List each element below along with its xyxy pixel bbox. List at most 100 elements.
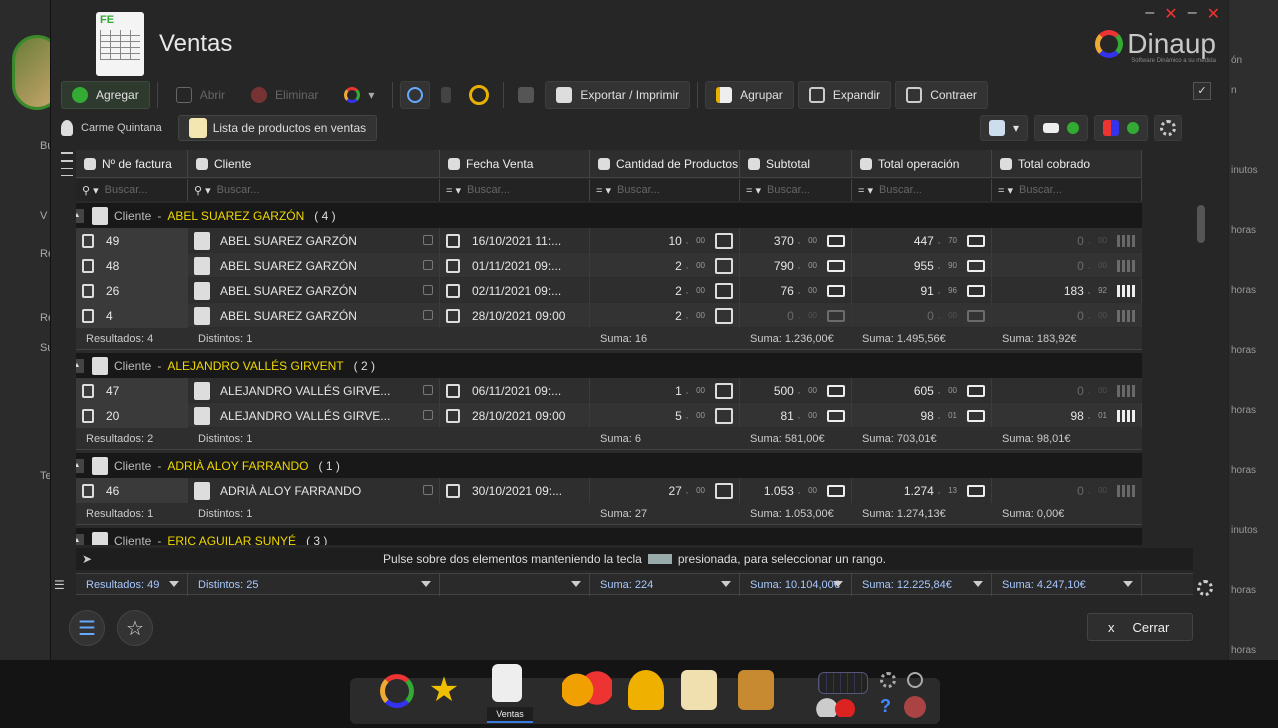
add-view-button[interactable] (1094, 115, 1148, 141)
invoice-number-cell[interactable]: 20 (76, 403, 188, 428)
column-header[interactable]: Cliente (188, 150, 440, 178)
footer-total-cell[interactable] (440, 574, 590, 596)
quantity-cell[interactable]: 1, 00 (590, 378, 740, 403)
total-cell[interactable]: 1.274, 13 (852, 478, 992, 503)
footer-total-cell[interactable]: Suma: 12.225,84€ (852, 574, 992, 596)
footer-total-cell[interactable]: Resultados: 49 (76, 574, 188, 596)
group-row[interactable]: ▲ Cliente - ADRIÀ ALOY FARRANDO ( 1 ) (76, 453, 1142, 478)
subtotal-cell[interactable]: 790, 00 (740, 253, 852, 278)
column-filter[interactable]: = ▾ Buscar... (590, 179, 740, 201)
collapse-arrow-icon[interactable]: ▲ (76, 358, 84, 373)
column-chooser-icon[interactable] (61, 152, 73, 162)
paid-cell[interactable]: 0, 00 (992, 478, 1142, 503)
client-cell[interactable]: ABEL SUAREZ GARZÓN (188, 278, 440, 303)
add-tag-button[interactable] (1034, 115, 1088, 141)
column-header[interactable]: Total cobrado (992, 150, 1142, 178)
subtotal-cell[interactable]: 76, 00 (740, 278, 852, 303)
client-cell[interactable]: ABEL SUAREZ GARZÓN (188, 228, 440, 253)
client-cell[interactable]: ABEL SUAREZ GARZÓN (188, 253, 440, 278)
column-header[interactable]: Subtotal (740, 150, 852, 178)
column-header[interactable]: Fecha Venta (440, 150, 590, 178)
invoice-number-cell[interactable]: 46 (76, 478, 188, 503)
invoice-number-cell[interactable]: 47 (76, 378, 188, 403)
filter-input[interactable]: Buscar... (617, 184, 660, 196)
quantity-cell[interactable]: 2, 00 (590, 303, 740, 328)
table-row[interactable]: 47 ALEJANDRO VALLÉS GIRVE... 06/11/2021 … (76, 378, 1142, 403)
client-cell[interactable]: ALEJANDRO VALLÉS GIRVE... (188, 378, 440, 403)
layout-dropdown[interactable]: ▾ (979, 115, 1028, 141)
collapse-arrow-icon[interactable]: ▲ (76, 208, 84, 223)
filter-input[interactable]: Buscar... (767, 184, 810, 196)
dock-note-icon[interactable] (681, 670, 717, 710)
minimize-icon-2[interactable]: – (1188, 4, 1197, 24)
column-header[interactable]: Nº de factura (76, 150, 188, 178)
dock-help-icon[interactable]: ? (880, 696, 896, 716)
add-button[interactable]: Agregar (61, 81, 150, 109)
dock-pin-icon[interactable] (904, 696, 926, 718)
search-button[interactable] (400, 81, 431, 109)
quantity-cell[interactable]: 2, 00 (590, 278, 740, 303)
filter-input[interactable]: Buscar... (217, 184, 260, 196)
dock-ventas-icon[interactable] (492, 664, 522, 702)
column-filter[interactable]: = ▾ Buscar... (740, 179, 852, 201)
column-filter[interactable]: ⚲ ▾ Buscar... (76, 179, 188, 201)
column-filter[interactable]: = ▾ Buscar... (440, 179, 590, 201)
minimize-icon[interactable]: – (1145, 4, 1154, 24)
filter-toggle-icon[interactable] (61, 168, 73, 176)
open-link-icon[interactable] (423, 310, 433, 320)
vertical-scrollbar[interactable] (1197, 205, 1205, 243)
refresh-button[interactable] (462, 81, 496, 109)
dock-star-icon[interactable]: ★ (426, 670, 462, 710)
list-menu-button[interactable]: ☰ (69, 610, 105, 646)
paid-cell[interactable]: 0, 00 (992, 253, 1142, 278)
open-link-icon[interactable] (423, 260, 433, 270)
subtotal-cell[interactable]: 0, 00 (740, 303, 852, 328)
invoice-number-cell[interactable]: 49 (76, 228, 188, 253)
expand-button[interactable]: Expandir (797, 81, 892, 109)
export-print-button[interactable]: Exportar / Imprimir (545, 81, 691, 109)
sale-date-cell[interactable]: 06/11/2021 09:... (440, 378, 590, 403)
open-button[interactable]: Abrir (165, 81, 236, 109)
paid-cell[interactable]: 98, 01 (992, 403, 1142, 428)
subtotal-cell[interactable]: 1.053, 00 (740, 478, 852, 503)
total-cell[interactable]: 98, 01 (852, 403, 992, 428)
copy-button[interactable] (511, 81, 541, 109)
gear-icon[interactable] (1197, 580, 1213, 596)
checkbox[interactable]: ✓ (1193, 82, 1211, 100)
subtotal-cell[interactable]: 81, 00 (740, 403, 852, 428)
subtotal-cell[interactable]: 500, 00 (740, 378, 852, 403)
menu-icon[interactable]: ☰ (54, 578, 65, 592)
total-cell[interactable]: 605, 00 (852, 378, 992, 403)
footer-total-cell[interactable]: Suma: 10.104,00€ (740, 574, 852, 596)
group-row[interactable]: ▲ Cliente - ERIC AGUILAR SUNYÉ ( 3 ) (76, 528, 1142, 545)
open-link-icon[interactable] (423, 385, 433, 395)
group-row[interactable]: ▲ Cliente - ABEL SUAREZ GARZÓN ( 4 ) (76, 203, 1142, 228)
column-header[interactable]: Cantidad de Productos (590, 150, 740, 178)
dock-settings-icon[interactable] (880, 672, 896, 688)
delete-button[interactable]: Eliminar (240, 81, 329, 109)
filter-input[interactable]: Buscar... (467, 184, 510, 196)
client-cell[interactable]: ABEL SUAREZ GARZÓN (188, 303, 440, 328)
table-row[interactable]: 26 ABEL SUAREZ GARZÓN 02/11/2021 09:... … (76, 278, 1142, 303)
group-button[interactable]: Agrupar (705, 81, 794, 109)
invoice-number-cell[interactable]: 4 (76, 303, 188, 328)
column-filter[interactable]: = ▾ Buscar... (992, 179, 1142, 201)
dock-wallet-icon[interactable] (738, 670, 774, 710)
quantity-cell[interactable]: 27, 00 (590, 478, 740, 503)
footer-total-cell[interactable]: Suma: 224 (590, 574, 740, 596)
filter-input[interactable]: Buscar... (1019, 184, 1062, 196)
favorite-button[interactable]: ☆ (117, 610, 153, 646)
filter-input[interactable]: Buscar... (879, 184, 922, 196)
color-dropdown[interactable]: ▾ (333, 81, 385, 109)
total-cell[interactable]: 0, 00 (852, 303, 992, 328)
dock-clock-icon[interactable] (907, 672, 923, 688)
footer-total-cell[interactable]: Suma: 4.247,10€ (992, 574, 1142, 596)
settings-button[interactable] (1154, 115, 1182, 141)
total-cell[interactable]: 91, 96 (852, 278, 992, 303)
sale-date-cell[interactable]: 01/11/2021 09:... (440, 253, 590, 278)
subtotal-cell[interactable]: 370, 00 (740, 228, 852, 253)
client-cell[interactable]: ALEJANDRO VALLÉS GIRVE... (188, 403, 440, 428)
paid-cell[interactable]: 183, 92 (992, 278, 1142, 303)
group-row[interactable]: ▲ Cliente - ALEJANDRO VALLÉS GIRVENT ( 2 ) (76, 353, 1142, 378)
quantity-cell[interactable]: 2, 00 (590, 253, 740, 278)
